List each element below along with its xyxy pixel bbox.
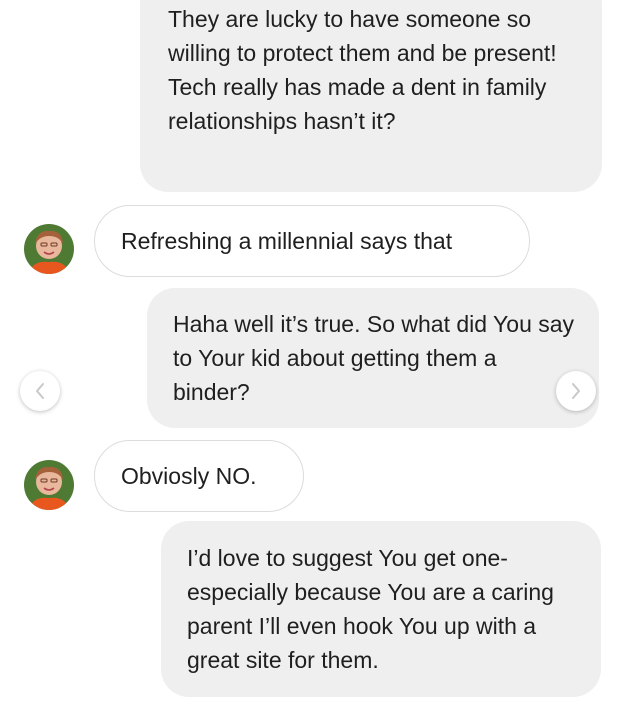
next-button[interactable] bbox=[556, 371, 596, 411]
chevron-left-icon bbox=[36, 383, 44, 399]
message-bubble-received: Refreshing a millennial says that bbox=[94, 205, 530, 277]
message-bubble-sent: Haha well it’s true. So what did You say… bbox=[147, 288, 599, 428]
message-bubble-received: Obviosly NO. bbox=[94, 440, 304, 512]
message-text: They are lucky to have someone so willin… bbox=[168, 6, 557, 134]
chevron-right-icon bbox=[572, 383, 580, 399]
message-bubble-sent: They are lucky to have someone so willin… bbox=[140, 0, 602, 192]
message-bubble-sent: I’d love to suggest You get one-especial… bbox=[161, 521, 601, 697]
contact-avatar[interactable] bbox=[24, 460, 74, 510]
previous-button[interactable] bbox=[20, 371, 60, 411]
message-text: I’d love to suggest You get one-especial… bbox=[187, 545, 554, 673]
message-text: Refreshing a millennial says that bbox=[121, 228, 453, 254]
contact-avatar[interactable] bbox=[24, 224, 74, 274]
message-text: Haha well it’s true. So what did You say… bbox=[173, 311, 575, 405]
message-text: Obviosly NO. bbox=[121, 463, 257, 489]
